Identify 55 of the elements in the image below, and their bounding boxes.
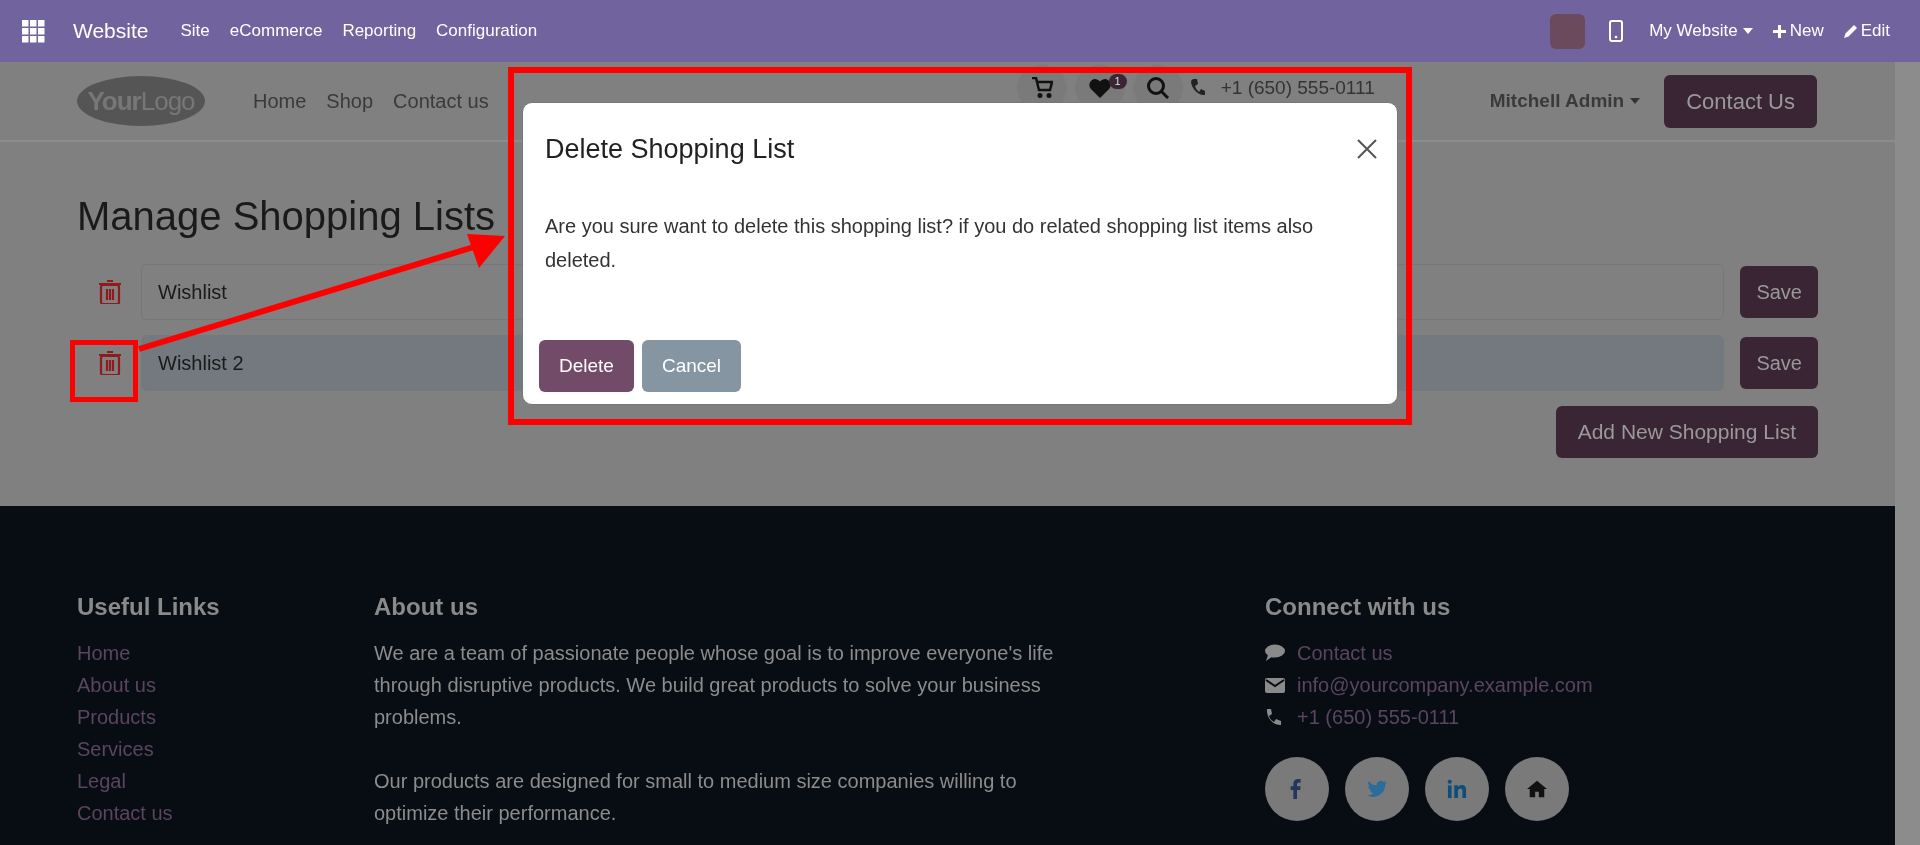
dialog-title: Delete Shopping List — [545, 133, 795, 166]
footer-link[interactable]: Contact us — [77, 797, 374, 829]
website-switcher[interactable]: My Website — [1639, 18, 1763, 44]
nav-link[interactable]: Contact us — [393, 86, 489, 116]
close-button[interactable] — [1357, 139, 1377, 160]
about-text: Our products are designed for small to medium size companies willing to optimize their performance. — [374, 769, 1018, 826]
footer-link[interactable]: Home — [77, 637, 374, 669]
footer-link[interactable]: Products — [77, 701, 374, 733]
dialog-message: Are you sure want to delete this shopping list? if you do related shopping list items also deleted. — [544, 214, 1315, 274]
phone-icon — [1190, 79, 1205, 97]
save-button[interactable]: Save — [1740, 337, 1818, 389]
highlight-frame — [70, 340, 138, 402]
phone-number: +1 (650) 555-0111 — [1220, 75, 1375, 100]
new-button[interactable]: New — [1762, 18, 1834, 44]
contact-us-button[interactable]: Contact Us — [1664, 74, 1817, 128]
search-icon — [1146, 77, 1169, 99]
footer-heading: Connect with us — [1265, 592, 1452, 621]
edit-button[interactable]: Edit — [1833, 18, 1900, 44]
nav-link[interactable]: Home — [253, 86, 307, 116]
page-title: Manage Shopping Lists — [77, 193, 496, 240]
count-badge: 1 — [1108, 74, 1127, 89]
contact-link[interactable]: +1 (650) 555-0111 — [1297, 701, 1460, 733]
footer-heading: About us — [374, 592, 479, 621]
caret-icon — [1630, 98, 1641, 104]
footer-heading: Useful Links — [77, 592, 221, 621]
home-icon — [1527, 779, 1547, 799]
chat-icon — [1265, 643, 1285, 663]
apps-menu-icon[interactable] — [22, 19, 45, 43]
caret-icon — [1742, 28, 1753, 34]
contact-link[interactable]: info@yourcompany.example.com — [1297, 669, 1593, 701]
save-button[interactable]: Save — [1740, 266, 1818, 318]
menu-item[interactable]: Configuration — [426, 18, 548, 44]
menu-item[interactable]: eCommerce — [219, 18, 333, 44]
about-text: We are a team of passionate people whose goal is to improve everyone's life through disruptive products. We build great products to solve your business problems. — [374, 641, 1055, 730]
nav-link[interactable]: Shop — [326, 86, 374, 116]
plus-icon — [1772, 24, 1786, 38]
app-title[interactable]: Website — [63, 15, 159, 47]
linkedin-icon — [1447, 779, 1467, 799]
contact-link[interactable]: Contact us — [1297, 637, 1393, 669]
menu-item[interactable]: Reporting — [332, 18, 427, 44]
bird-icon — [1367, 779, 1387, 799]
user-menu[interactable]: Mitchell Admin — [1489, 86, 1641, 116]
envelope-icon — [1265, 675, 1285, 695]
delete-button[interactable]: Delete — [539, 340, 634, 392]
heart-icon — [1088, 77, 1111, 99]
add-list-button[interactable]: Add New Shopping List — [1555, 406, 1818, 458]
cancel-button[interactable]: Cancel — [641, 340, 742, 392]
cart-icon — [1030, 77, 1053, 99]
mobile-preview-icon[interactable] — [1609, 20, 1624, 42]
menu-item[interactable]: Site — [170, 18, 220, 44]
footer-link[interactable]: Legal — [77, 765, 374, 797]
close-icon — [1357, 139, 1377, 160]
pencil-icon — [1843, 24, 1857, 38]
footer-link[interactable]: About us — [77, 669, 374, 701]
footer-link[interactable]: Services — [77, 733, 374, 765]
